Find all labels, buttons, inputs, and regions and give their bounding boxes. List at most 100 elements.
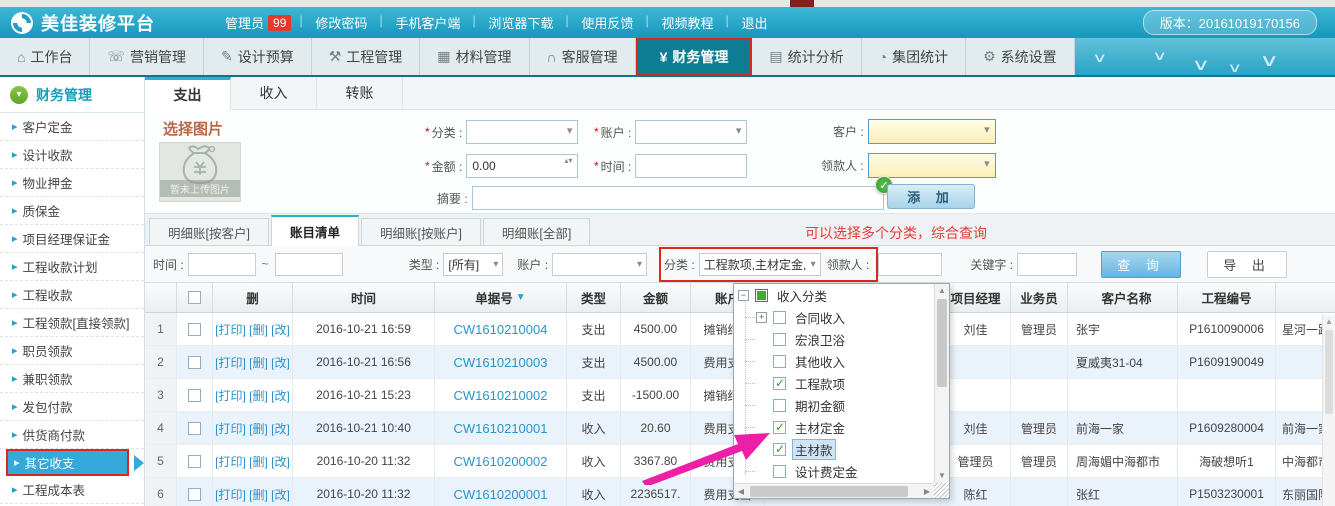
tree-checkbox[interactable] bbox=[773, 399, 786, 412]
sidebar-item[interactable]: 工程收款 bbox=[0, 281, 144, 309]
header-link[interactable]: 使用反馈 bbox=[567, 13, 647, 32]
row-actions[interactable]: [打印] [删] [改] bbox=[213, 346, 293, 378]
export-button[interactable]: 导 出 bbox=[1207, 251, 1287, 278]
scrollbar-thumb[interactable] bbox=[937, 299, 947, 387]
doc-number-link[interactable]: CW1610210002 bbox=[435, 379, 567, 411]
tree-checkbox[interactable] bbox=[773, 377, 786, 390]
customer-select[interactable] bbox=[868, 119, 996, 144]
entry-tab[interactable]: 支出 bbox=[145, 77, 231, 110]
nav-item[interactable]: ⌂ 工作台 bbox=[0, 38, 90, 75]
user-label[interactable]: 管理员 bbox=[225, 13, 264, 32]
scroll-up-icon[interactable]: ▲ bbox=[935, 284, 949, 298]
scroll-right-icon[interactable]: ▶ bbox=[920, 487, 934, 496]
category-select[interactable] bbox=[466, 120, 578, 144]
sidebar-item[interactable]: 其它收支 bbox=[6, 449, 129, 476]
ledger-subtab[interactable]: 明细账[按客户] bbox=[149, 218, 269, 245]
amount-input[interactable]: 0.00 bbox=[466, 154, 578, 178]
filter-time-from-input[interactable] bbox=[188, 253, 256, 276]
sidebar-item[interactable]: 项目经理保证金 bbox=[0, 225, 144, 253]
scroll-down-icon[interactable]: ▼ bbox=[935, 469, 949, 483]
ledger-subtab[interactable]: 账目清单 bbox=[271, 215, 359, 246]
col-customer-name[interactable]: 客户名称 bbox=[1068, 283, 1178, 312]
dropdown-horizontal-scrollbar[interactable]: ◀ ▶ bbox=[734, 483, 934, 498]
scroll-left-icon[interactable]: ◀ bbox=[734, 487, 748, 496]
tree-item-label[interactable]: 合同收入 bbox=[792, 307, 848, 328]
tree-checkbox[interactable] bbox=[773, 311, 786, 324]
entry-tab[interactable]: 转账 bbox=[317, 77, 403, 109]
nav-item[interactable]: ⚙ 系统设置 bbox=[966, 38, 1075, 75]
payee-select[interactable] bbox=[868, 153, 996, 178]
row-checkbox[interactable] bbox=[188, 488, 201, 501]
tree-item-label[interactable]: 主材款 bbox=[792, 439, 836, 460]
tree-item[interactable]: 宏浪卫浴 bbox=[734, 328, 934, 350]
row-checkbox[interactable] bbox=[188, 455, 201, 468]
header-link[interactable]: 手机客户端 bbox=[381, 13, 474, 32]
memo-input[interactable] bbox=[472, 186, 884, 210]
sidebar-item[interactable]: 发包付款 bbox=[0, 393, 144, 421]
sidebar-item[interactable]: 设计收款 bbox=[0, 141, 144, 169]
sidebar-item[interactable]: 工程领款[直接领款] bbox=[0, 309, 144, 337]
col-project-manager[interactable]: 项目经理 bbox=[941, 283, 1011, 312]
col-amount[interactable]: 金额 bbox=[621, 283, 691, 312]
tree-item-label[interactable]: 期初金额 bbox=[792, 395, 848, 416]
scroll-up-icon[interactable]: ▲ bbox=[1323, 315, 1335, 328]
sidebar-title[interactable]: ▾ 财务管理 bbox=[0, 77, 144, 113]
scrollbar-thumb[interactable] bbox=[750, 486, 908, 497]
time-input[interactable] bbox=[635, 154, 747, 178]
nav-item[interactable]: ▦ 材料管理 bbox=[420, 38, 529, 75]
nav-item[interactable]: ☏ 营销管理 bbox=[90, 38, 204, 75]
filter-account-select[interactable]: ▾ bbox=[552, 253, 647, 276]
sidebar-item[interactable]: 质保金 bbox=[0, 197, 144, 225]
tree-item-label[interactable]: 宏浪卫浴 bbox=[792, 329, 848, 350]
row-actions[interactable]: [打印] [删] [改] bbox=[213, 445, 293, 477]
sidebar-item[interactable]: 兼职领款 bbox=[0, 365, 144, 393]
tree-item[interactable]: + 合同收入 bbox=[734, 306, 934, 328]
ledger-subtab[interactable]: 明细账[按账户] bbox=[361, 218, 481, 245]
nav-item[interactable]: ✎ 设计预算 bbox=[204, 38, 312, 75]
row-checkbox[interactable] bbox=[188, 389, 201, 402]
col-project-number[interactable]: 工程编号 bbox=[1178, 283, 1276, 312]
tree-collapse-icon[interactable]: − bbox=[738, 290, 749, 301]
nav-item[interactable]: ¥ 财务管理 bbox=[636, 38, 753, 75]
scrollbar-thumb[interactable] bbox=[1325, 330, 1333, 414]
tree-checkbox[interactable] bbox=[773, 355, 786, 368]
tree-root-item[interactable]: − 收入分类 bbox=[734, 284, 934, 306]
select-all-checkbox[interactable] bbox=[188, 291, 201, 304]
nav-item[interactable]: ∩ 客服管理 bbox=[530, 38, 636, 75]
search-button[interactable]: 查 询 bbox=[1101, 251, 1181, 278]
dropdown-vertical-scrollbar[interactable]: ▲ ▼ bbox=[934, 284, 949, 483]
filter-category-multiselect[interactable]: 工程款项,主材定金, ▾ bbox=[699, 253, 821, 276]
doc-number-link[interactable]: CW1610210004 bbox=[435, 313, 567, 345]
row-actions[interactable]: [打印] [删] [改] bbox=[213, 478, 293, 506]
row-actions[interactable]: [打印] [删] [改] bbox=[213, 379, 293, 411]
row-actions[interactable]: [打印] [删] [改] bbox=[213, 313, 293, 345]
nav-item[interactable]: ▤ 统计分析 bbox=[752, 38, 861, 75]
tree-root-label[interactable]: 收入分类 bbox=[774, 285, 830, 306]
nav-item[interactable]: ◔ 集团统计 bbox=[862, 38, 966, 75]
ledger-subtab[interactable]: 明细账[全部] bbox=[483, 218, 590, 245]
pick-image-label[interactable]: 选择图片 bbox=[163, 118, 223, 139]
sidebar-item[interactable]: 供货商付款 bbox=[0, 421, 144, 449]
account-select[interactable] bbox=[635, 120, 747, 144]
sidebar-item[interactable]: 工程成本表 bbox=[0, 476, 144, 504]
row-checkbox[interactable] bbox=[188, 356, 201, 369]
col-type[interactable]: 类型 bbox=[567, 283, 621, 312]
col-delete[interactable]: 删 bbox=[213, 283, 293, 312]
col-salesperson[interactable]: 业务员 bbox=[1011, 283, 1068, 312]
col-doc-number[interactable]: 单据号 ▼ bbox=[435, 283, 567, 312]
tree-item[interactable]: 期初金额 bbox=[734, 394, 934, 416]
filter-time-to-input[interactable] bbox=[275, 253, 343, 276]
filter-payee-input[interactable] bbox=[878, 253, 942, 276]
filter-type-select[interactable]: [所有] ▾ bbox=[443, 253, 503, 276]
sidebar-item[interactable]: 工程收款计划 bbox=[0, 253, 144, 281]
notification-badge[interactable]: 99 bbox=[268, 15, 291, 31]
row-checkbox[interactable] bbox=[188, 323, 201, 336]
table-vertical-scrollbar[interactable]: ▲ bbox=[1322, 315, 1335, 506]
header-link[interactable]: 修改密码 bbox=[301, 13, 381, 32]
col-time[interactable]: 时间 bbox=[293, 283, 435, 312]
doc-number-link[interactable]: CW1610210001 bbox=[435, 412, 567, 444]
tree-checkbox[interactable] bbox=[773, 333, 786, 346]
doc-number-link[interactable]: CW1610200002 bbox=[435, 445, 567, 477]
tree-expand-icon[interactable]: + bbox=[756, 312, 767, 323]
tree-item-label[interactable]: 其他收入 bbox=[792, 351, 848, 372]
